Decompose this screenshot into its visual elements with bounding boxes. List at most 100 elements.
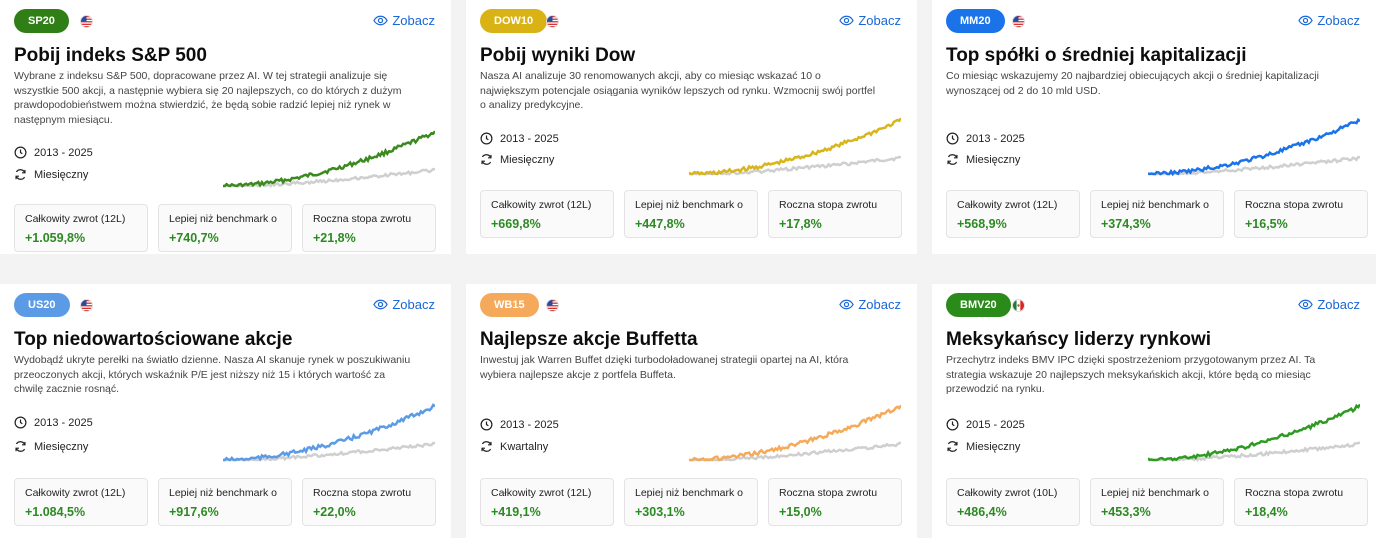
strategy-title: Meksykańscy liderzy rynkowi	[946, 329, 1212, 350]
card-header: DOW10 Zobacz	[480, 9, 901, 33]
period-text: 2015 - 2025	[966, 418, 1025, 431]
stat-value: +17,8%	[779, 217, 822, 231]
strategy-grid: SP20 Zobacz Pobij indeks S&P 500 Wybrane…	[0, 0, 1376, 538]
stat-value: +568,9%	[957, 217, 1007, 231]
clock-icon	[946, 418, 959, 431]
stat-total-return: Całkowity zwrot (12L) +1.084,5%	[14, 478, 148, 526]
stats-row: Całkowity zwrot (12L) +568,9% Lepiej niż…	[946, 190, 1368, 238]
card-header: MM20 Zobacz	[946, 9, 1360, 33]
eye-icon	[839, 15, 855, 26]
stat-label: Lepiej niż benchmark o	[169, 487, 277, 499]
period-text: 2013 - 2025	[34, 416, 93, 429]
strategy-line	[689, 117, 901, 176]
stat-value: +669,8%	[491, 217, 541, 231]
period-text: 2013 - 2025	[34, 146, 93, 159]
strategy-badge: BMV20	[946, 293, 1011, 317]
performance-sparkline	[689, 404, 901, 462]
stats-row: Całkowity zwrot (12L) +1.084,5% Lepiej n…	[14, 478, 436, 526]
card-header: WB15 Zobacz	[480, 293, 901, 317]
stat-annual-return: Roczna stopa zwrotu +21,8%	[302, 204, 436, 252]
clock-icon	[14, 146, 27, 159]
strategy-card-bmv20[interactable]: BMV20 Zobacz Meksykańscy liderzy rynkowi…	[932, 284, 1376, 538]
strategy-card-sp20[interactable]: SP20 Zobacz Pobij indeks S&P 500 Wybrane…	[0, 0, 451, 254]
stat-label: Roczna stopa zwrotu	[313, 213, 412, 225]
stat-total-return: Całkowity zwrot (10L) +486,4%	[946, 478, 1080, 526]
eye-icon	[1298, 15, 1314, 26]
strategy-title: Pobij indeks S&P 500	[14, 45, 207, 66]
frequency-row: Kwartalny	[480, 440, 548, 453]
stat-value: +917,6%	[169, 505, 219, 519]
strategy-description: Nasza AI analizuje 30 renomowanych akcji…	[480, 70, 876, 111]
view-link[interactable]: Zobacz	[839, 297, 901, 312]
clock-icon	[480, 132, 493, 145]
strategy-title: Top spółki o średniej kapitalizacji	[946, 45, 1247, 66]
stats-row: Całkowity zwrot (12L) +419,1% Lepiej niż…	[480, 478, 902, 526]
stat-label: Roczna stopa zwrotu	[313, 487, 412, 499]
stat-label: Całkowity zwrot (12L)	[25, 487, 126, 499]
stat-value: +18,4%	[1245, 505, 1288, 519]
strategy-description: Przechytrz indeks BMV IPC dzięki spostrz…	[946, 354, 1316, 395]
view-label: Zobacz	[1317, 297, 1360, 312]
performance-sparkline	[1148, 403, 1360, 462]
stat-total-return: Całkowity zwrot (12L) +669,8%	[480, 190, 614, 238]
clock-icon	[14, 416, 27, 429]
stat-vs-benchmark: Lepiej niż benchmark o +303,1%	[624, 478, 758, 526]
period-row: 2013 - 2025	[946, 132, 1025, 145]
stats-row: Całkowity zwrot (10L) +486,4% Lepiej niż…	[946, 478, 1368, 526]
stat-label: Lepiej niż benchmark o	[635, 199, 743, 211]
stat-total-return: Całkowity zwrot (12L) +1.059,8%	[14, 204, 148, 252]
refresh-icon	[947, 441, 958, 452]
frequency-row: Miesięczny	[14, 168, 88, 181]
view-link[interactable]: Zobacz	[373, 297, 435, 312]
eye-icon	[1298, 299, 1314, 310]
stat-label: Roczna stopa zwrotu	[1245, 199, 1344, 211]
strategy-badge: WB15	[480, 293, 539, 317]
card-header: SP20 Zobacz	[14, 9, 435, 33]
mexico-flag-icon	[1012, 299, 1025, 312]
stat-vs-benchmark: Lepiej niż benchmark o +917,6%	[158, 478, 292, 526]
frequency-text: Miesięczny	[34, 168, 89, 181]
stat-label: Lepiej niż benchmark o	[1101, 199, 1209, 211]
stat-annual-return: Roczna stopa zwrotu +16,5%	[1234, 190, 1368, 238]
clock-icon	[480, 418, 493, 431]
strategy-description: Wydobądź ukryte perełki na światło dzien…	[14, 354, 411, 395]
strategy-title: Top niedowartościowane akcje	[14, 329, 293, 350]
stat-label: Lepiej niż benchmark o	[169, 213, 277, 225]
stat-value: +486,4%	[957, 505, 1007, 519]
view-link[interactable]: Zobacz	[373, 13, 435, 28]
strategy-line	[1148, 117, 1360, 176]
frequency-row: Miesięczny	[946, 153, 1020, 166]
stat-label: Roczna stopa zwrotu	[779, 199, 878, 211]
stat-value: +16,5%	[1245, 217, 1288, 231]
frequency-text: Miesięczny	[966, 153, 1021, 166]
view-link[interactable]: Zobacz	[1298, 297, 1360, 312]
strategy-card-wb15[interactable]: WB15 Zobacz Najlepsze akcje Buffetta Inw…	[466, 284, 917, 538]
period-text: 2013 - 2025	[500, 132, 559, 145]
period-row: 2013 - 2025	[480, 132, 559, 145]
strategy-line	[223, 130, 435, 188]
strategy-card-dow10[interactable]: DOW10 Zobacz Pobij wyniki Dow Nasza AI a…	[466, 0, 917, 254]
stat-label: Lepiej niż benchmark o	[635, 487, 743, 499]
view-label: Zobacz	[392, 13, 435, 28]
view-link[interactable]: Zobacz	[1298, 13, 1360, 28]
frequency-row: Miesięczny	[946, 440, 1020, 453]
performance-sparkline	[223, 403, 435, 462]
us-flag-icon	[80, 15, 93, 28]
stat-label: Roczna stopa zwrotu	[779, 487, 878, 499]
view-label: Zobacz	[1317, 13, 1360, 28]
stat-annual-return: Roczna stopa zwrotu +17,8%	[768, 190, 902, 238]
strategy-card-us20[interactable]: US20 Zobacz Top niedowartościowane akcje…	[0, 284, 451, 538]
view-link[interactable]: Zobacz	[839, 13, 901, 28]
stat-value: +453,3%	[1101, 505, 1151, 519]
us-flag-icon	[80, 299, 93, 312]
strategy-card-mm20[interactable]: MM20 Zobacz Top spółki o średniej kapita…	[932, 0, 1376, 254]
refresh-icon	[15, 169, 26, 180]
stat-value: +447,8%	[635, 217, 685, 231]
view-label: Zobacz	[858, 297, 901, 312]
strategy-badge: DOW10	[480, 9, 548, 33]
stat-label: Całkowity zwrot (12L)	[25, 213, 126, 225]
strategy-description: Wybrane z indeksu S&P 500, dopracowane p…	[14, 70, 402, 126]
frequency-text: Miesięczny	[966, 440, 1021, 453]
period-row: 2013 - 2025	[14, 146, 93, 159]
stat-label: Całkowity zwrot (12L)	[491, 199, 592, 211]
